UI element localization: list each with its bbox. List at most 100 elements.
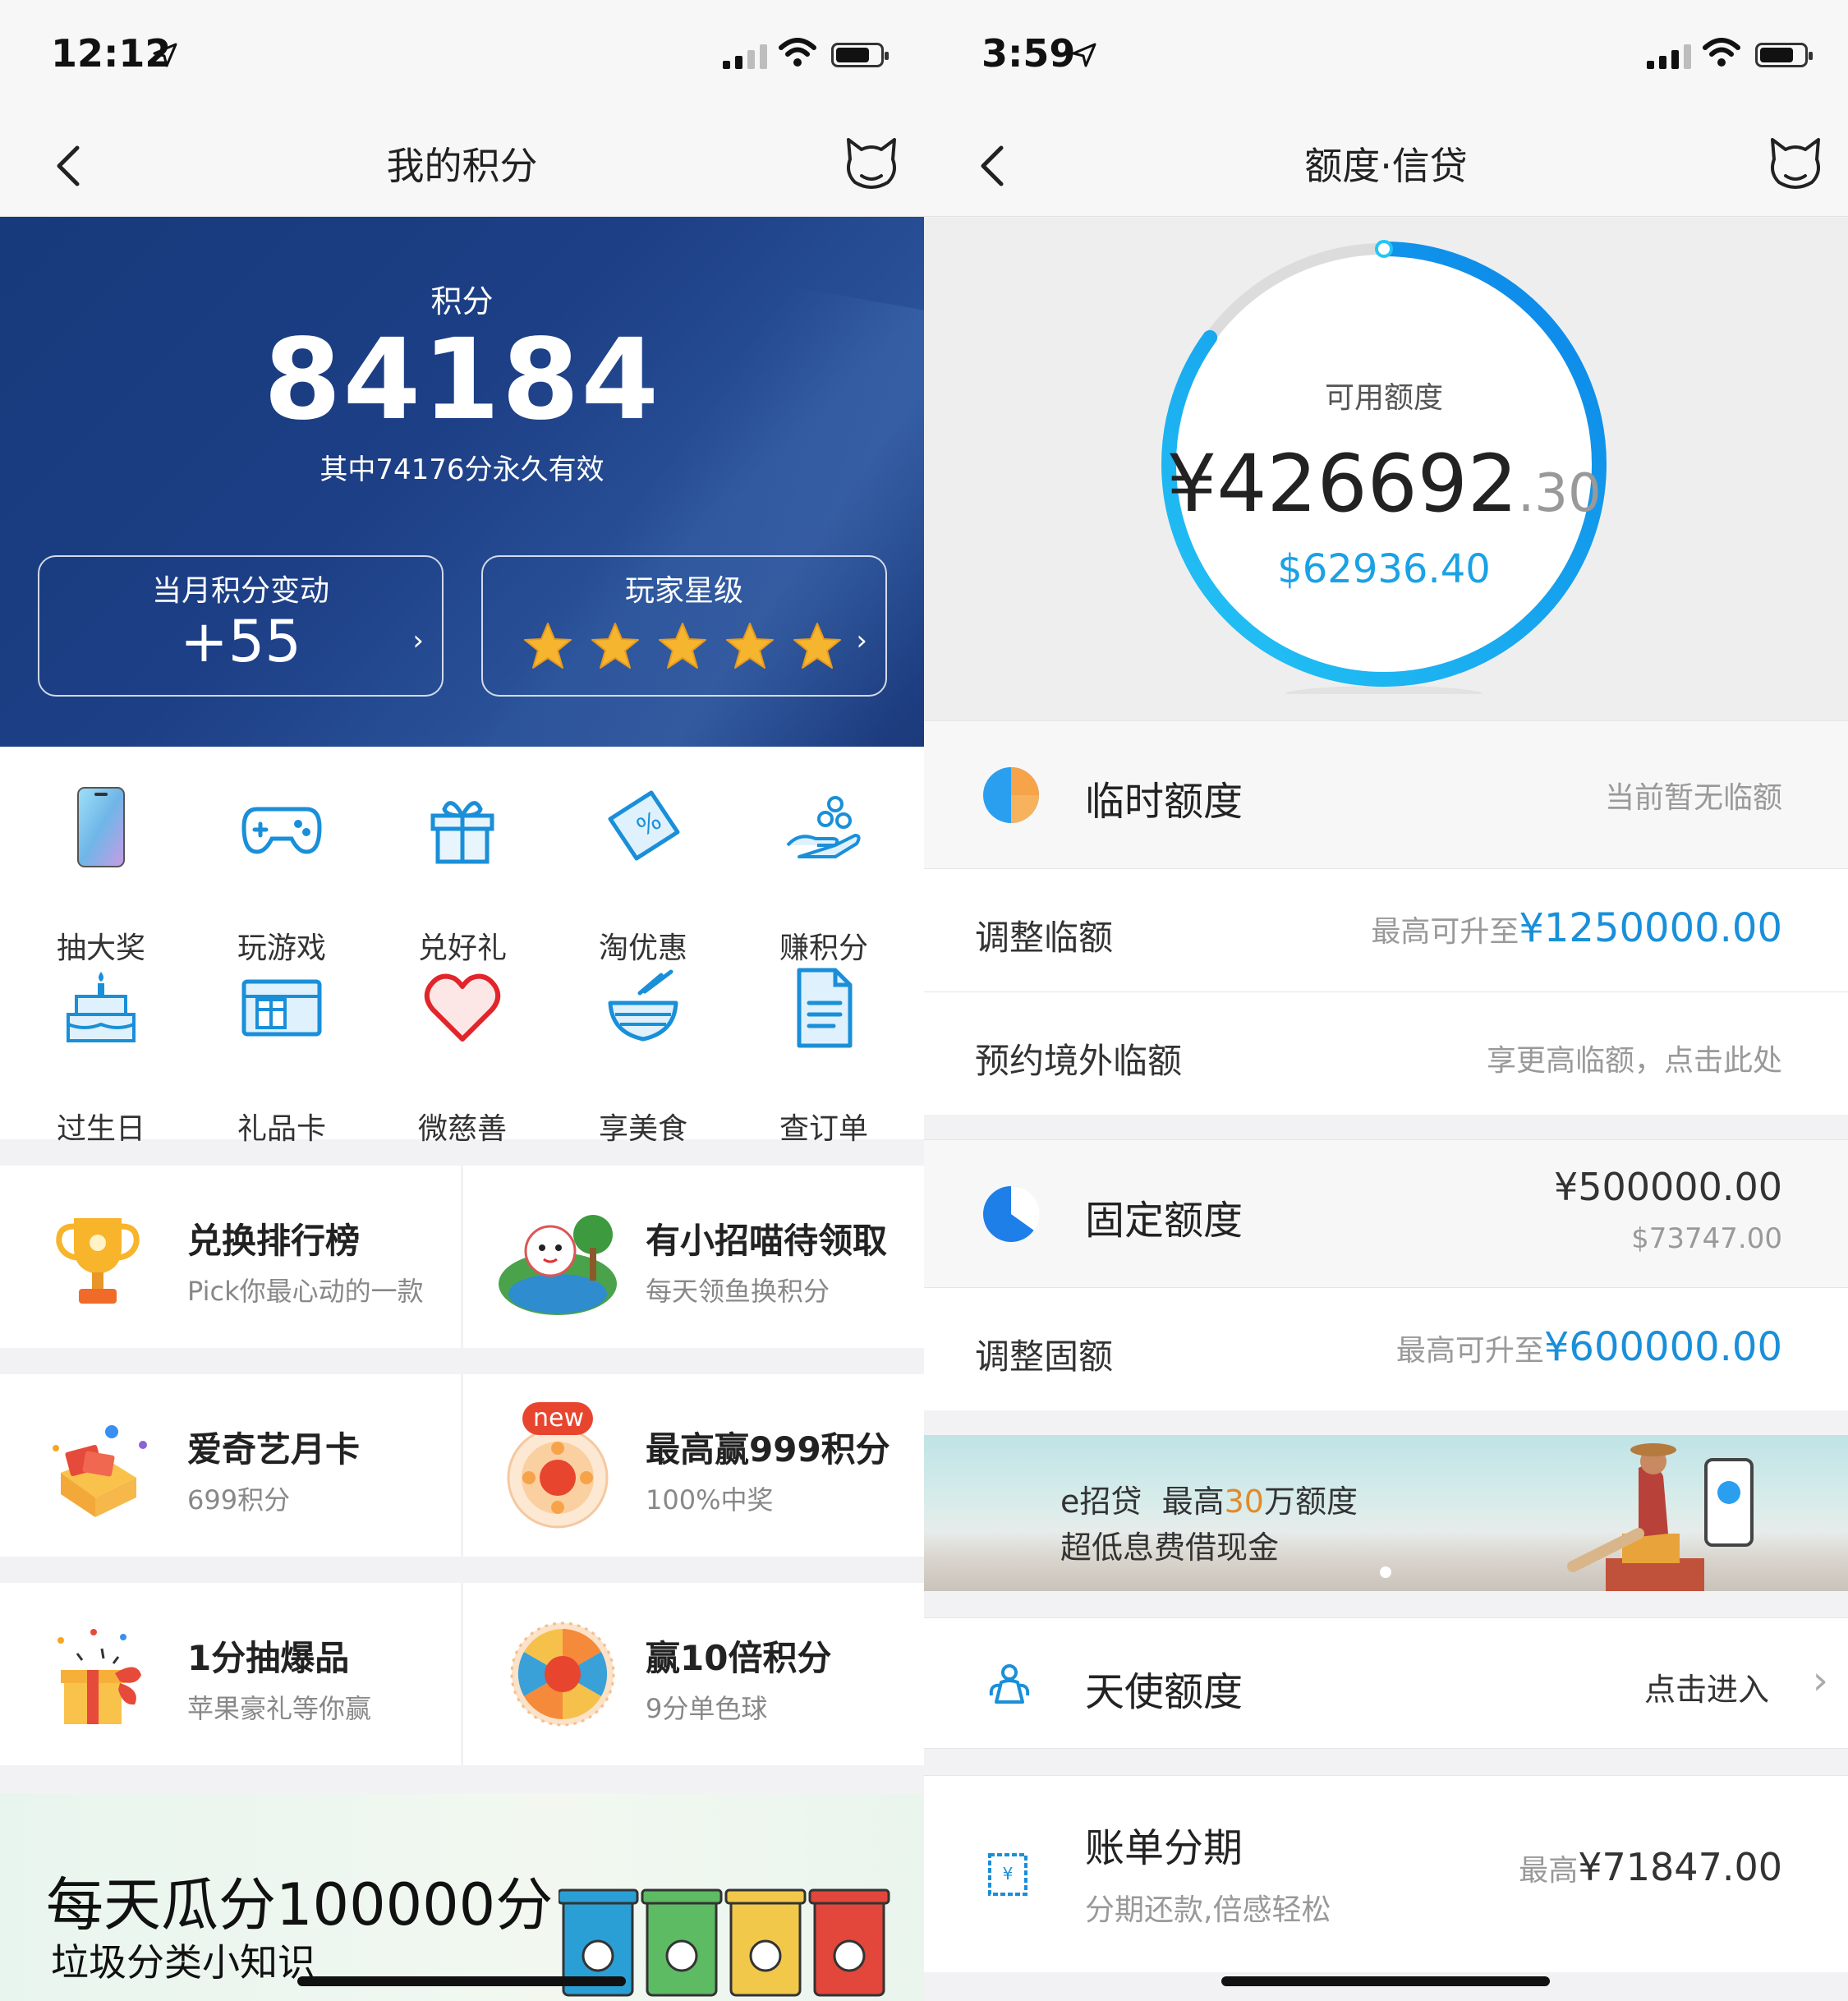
grid-label: 查订单 xyxy=(779,1112,868,1146)
cat-mascot-icon[interactable] xyxy=(842,135,901,194)
battery-icon xyxy=(1755,43,1813,67)
chevron-right-icon: › xyxy=(412,624,424,657)
grid-item-charity[interactable]: 微慈善 xyxy=(380,967,545,1146)
angel-icon xyxy=(989,1664,1030,1704)
location-icon xyxy=(153,43,177,67)
overseas-temp-row[interactable]: 预约境外临额 享更高临额，点击此处 xyxy=(924,991,1848,1115)
row-label: 调整临额 xyxy=(975,918,1114,958)
promo-title: 爱奇艺月卡 xyxy=(187,1429,361,1470)
adjust-temp-row[interactable]: 调整临额 最高可升至¥1250000.00 xyxy=(924,868,1848,991)
temp-credit-header: 临时额度 当前暂无临额 xyxy=(924,720,1848,868)
prize-box-icon xyxy=(57,1629,141,1724)
gauge-ring: 可用额度 ¥426692.30 $62936.40 xyxy=(1154,234,1614,694)
installment-row[interactable]: ¥ 账单分期 分期还款,倍感轻松 最高¥71847.00 xyxy=(924,1775,1848,1972)
page-title: 我的积分 xyxy=(386,144,538,188)
angel-credit-row[interactable]: 天使额度 点击进入 › xyxy=(924,1617,1848,1749)
promo-title: 1分抽爆品 xyxy=(187,1638,350,1678)
nav-bar: 我的积分 xyxy=(0,112,924,217)
grid-label: 享美食 xyxy=(598,1112,687,1146)
player-level-card[interactable]: 玩家星级 › xyxy=(481,555,887,697)
banner-line1: e招贷 最高30万额度 xyxy=(1060,1476,1358,1521)
bill-icon: ¥ xyxy=(988,1853,1027,1896)
installment-subtitle: 分期还款,倍感轻松 xyxy=(1085,1893,1331,1927)
home-indicator xyxy=(1221,1976,1550,1986)
grid-item-food[interactable]: 享美食 xyxy=(561,967,725,1146)
promo-subtitle: 100%中奖 xyxy=(646,1484,774,1516)
carousel-dot xyxy=(1380,1566,1391,1578)
banner-prefix: 最高 xyxy=(1161,1484,1225,1520)
star-rating xyxy=(522,621,843,672)
row-value: 最高可升至¥1250000.00 xyxy=(1371,905,1782,951)
banner-brand: e招贷 xyxy=(1060,1484,1142,1520)
adjust-fixed-row[interactable]: 调整固额 最高可升至¥600000.00 xyxy=(924,1287,1848,1410)
promo-title: 最高赢999积分 xyxy=(646,1429,890,1470)
points-hero: 积分 84184 其中74176分永久有效 当月积分变动 +55 › 玩家星级 … xyxy=(0,217,924,747)
svg-text:¥: ¥ xyxy=(1003,1864,1014,1884)
grid-label: 抽大奖 xyxy=(56,932,145,965)
star-icon xyxy=(591,623,639,669)
nav-bar: 额度·信贷 xyxy=(924,112,1848,217)
color-wheel-icon xyxy=(510,1622,615,1727)
promo-1cent[interactable]: 1分抽爆品 苹果豪礼等你赢 xyxy=(0,1583,461,1765)
e-loan-banner[interactable]: e招贷 最高30万额度 超低息费借现金 xyxy=(924,1435,1848,1591)
chevron-right-icon: › xyxy=(856,624,867,657)
grid-item-games[interactable]: 玩游戏 xyxy=(200,786,364,965)
grid-item-giftcard[interactable]: 礼品卡 xyxy=(200,967,364,1146)
grid-label: 微慈善 xyxy=(417,1112,507,1146)
cat-mascot-icon[interactable] xyxy=(1766,135,1825,194)
section-title: 天使额度 xyxy=(1085,1669,1243,1715)
wifi-icon xyxy=(1703,38,1740,67)
promo-cat[interactable]: 有小招喵待领取 每天领鱼换积分 xyxy=(463,1166,924,1348)
gift-icon xyxy=(430,801,494,864)
coins-hand-icon xyxy=(786,796,861,858)
grid-item-deals[interactable]: % 淘优惠 xyxy=(561,786,725,965)
star-icon xyxy=(726,623,774,669)
grid-label: 淘优惠 xyxy=(598,932,687,965)
grid-item-lottery[interactable]: 抽大奖 xyxy=(19,786,183,965)
star-icon xyxy=(524,623,572,669)
banner-highlight: 30 xyxy=(1224,1484,1264,1520)
amount-main: ¥426692 xyxy=(1166,438,1518,530)
heart-icon xyxy=(424,973,501,1042)
player-level-label: 玩家星级 xyxy=(624,574,743,608)
row-label: 调整固额 xyxy=(975,1336,1114,1377)
monthly-change-card[interactable]: 当月积分变动 +55 › xyxy=(38,555,444,697)
pie-chart-icon xyxy=(983,1185,1040,1242)
grid-item-birthday[interactable]: 过生日 xyxy=(19,967,183,1146)
garbage-sorting-banner[interactable]: 每天瓜分100000分 垃圾分类小知识 xyxy=(0,1793,924,2001)
amount-decimal: .30 xyxy=(1517,463,1602,524)
grid-item-redeem[interactable]: 兑好礼 xyxy=(380,786,545,965)
grid-item-earn[interactable]: 赚积分 xyxy=(742,786,906,965)
credit-screen: 3:59 额度·信贷 可用额度 ¥426692.30 $62936.40 临时额… xyxy=(924,0,1848,2001)
points-permanent-note: 其中74176分永久有效 xyxy=(319,453,605,486)
promo-subtitle: 699积分 xyxy=(187,1484,291,1516)
coupon-icon: % xyxy=(608,790,680,861)
promo-title: 有小招喵待领取 xyxy=(646,1221,888,1261)
angel-action: 点击进入 xyxy=(1643,1672,1769,1708)
promo-row: 1分抽爆品 苹果豪礼等你赢 赢10倍积分 9分单色球 xyxy=(0,1583,924,1765)
available-credit-gauge: 可用额度 ¥426692.30 $62936.40 xyxy=(924,218,1848,720)
points-screen: 12:12 我的积分 积分 84184 其中74176分永久有效 当月积分变动 … xyxy=(0,0,924,2001)
banner-line2: 超低息费借现金 xyxy=(1060,1530,1280,1566)
promo-win-999[interactable]: new 最高赢999积分 100%中奖 xyxy=(463,1374,924,1557)
status-bar: 12:12 xyxy=(0,0,924,112)
grid-item-orders[interactable]: 查订单 xyxy=(742,967,906,1146)
wifi-icon xyxy=(779,38,816,67)
battery-icon xyxy=(831,43,889,67)
promo-row: 爱奇艺月卡 699积分 new 最高赢999积分 100%中奖 xyxy=(0,1374,924,1557)
signal-icon xyxy=(1647,43,1691,69)
points-label: 积分 xyxy=(430,283,494,320)
star-icon xyxy=(659,623,706,669)
banner-suffix: 万额度 xyxy=(1263,1484,1358,1520)
promo-row: 兑换排行榜 Pick你最心动的一款 有小招喵待领取 每天领鱼换积分 xyxy=(0,1166,924,1348)
promo-10x[interactable]: 赢10倍积分 9分单色球 xyxy=(463,1583,924,1765)
chevron-right-icon: › xyxy=(1812,1658,1828,1704)
home-indicator xyxy=(297,1976,626,1986)
promo-ranking[interactable]: 兑换排行榜 Pick你最心动的一款 xyxy=(0,1166,461,1348)
document-icon xyxy=(797,968,853,1048)
installment-max: 最高¥71847.00 xyxy=(1519,1845,1782,1889)
section-title: 临时额度 xyxy=(1085,779,1243,825)
promo-iqiyi[interactable]: 爱奇艺月卡 699积分 xyxy=(0,1374,461,1557)
points-total: 84184 xyxy=(263,315,661,445)
status-bar: 3:59 xyxy=(924,0,1848,112)
